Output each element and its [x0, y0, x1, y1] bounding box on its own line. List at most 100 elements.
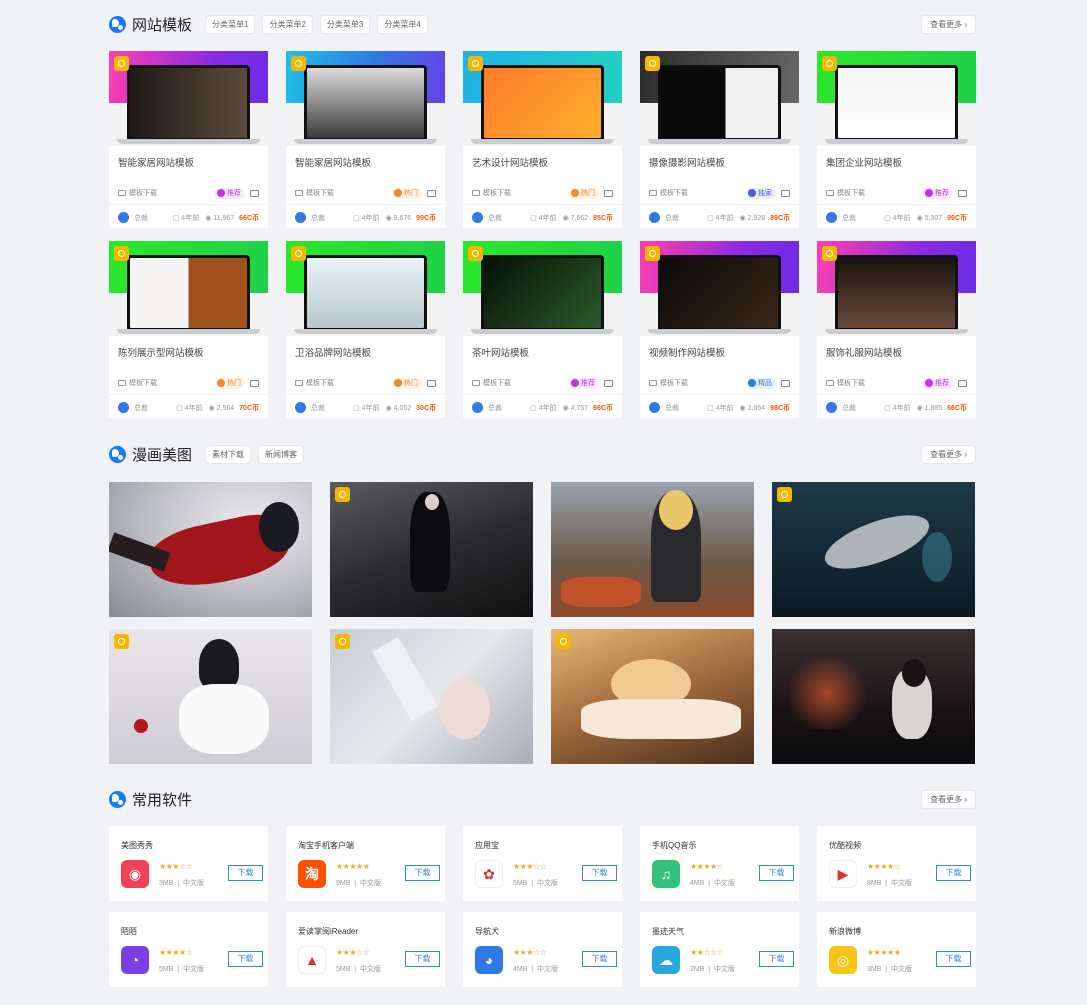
author-name[interactable]: 总裁 [665, 213, 679, 223]
author-name[interactable]: 总裁 [842, 403, 856, 413]
avatar[interactable] [118, 402, 129, 413]
category-chip-4[interactable]: 分类菜单4 [378, 15, 427, 33]
ireader-icon[interactable]: ▲ [298, 946, 326, 974]
comic-image[interactable] [330, 629, 533, 764]
monitor-icon[interactable] [958, 379, 967, 387]
software-name[interactable]: 陌陌 [121, 926, 137, 937]
software-name[interactable]: 新浪微博 [829, 926, 861, 937]
template-card[interactable]: 集团企业网站模板 模板下载 推荐 总裁 ▢ 4年前 ◉ 5,307 99C币 [817, 51, 976, 228]
category-chip-1[interactable]: 分类菜单1 [206, 15, 255, 33]
download-button[interactable]: 下载 [405, 865, 440, 881]
software-card[interactable]: 导航犬 ◕ ★★★☆☆ 4MB | 中文版 下载 [463, 912, 622, 987]
category-chip-2[interactable]: 分类菜单2 [263, 15, 312, 33]
template-category[interactable]: 模板下载 [483, 378, 511, 388]
template-name[interactable]: 茶叶网站模板 [463, 336, 622, 370]
view-more-button[interactable]: 查看更多 [922, 790, 975, 808]
template-name[interactable]: 卫浴品牌网站模板 [286, 336, 445, 370]
monitor-icon[interactable] [781, 379, 790, 387]
template-card[interactable]: 智能家居网站模板 模板下载 推荐 总裁 ▢ 4年前 ◉ 11,967 66C币 [109, 51, 268, 228]
author-name[interactable]: 总裁 [665, 403, 679, 413]
software-name[interactable]: 美图秀秀 [121, 840, 153, 851]
avatar[interactable] [295, 402, 306, 413]
comic-image[interactable] [772, 629, 975, 764]
download-button[interactable]: 下载 [228, 865, 263, 881]
template-category[interactable]: 模板下载 [129, 378, 157, 388]
software-card[interactable]: 美图秀秀 ◉ ★★★☆☆ 3MB | 中文版 下载 [109, 826, 268, 901]
software-card[interactable]: 陌陌 ◔ ★★★★☆ 5MB | 中文版 下载 [109, 912, 268, 987]
author-name[interactable]: 总裁 [311, 213, 325, 223]
template-card[interactable]: 卫浴品牌网站模板 模板下载 热门 总裁 ▢ 4年前 ◉ 4,052 30C币 [286, 241, 445, 418]
software-card[interactable]: 爱读掌阅iReader ▲ ★★★☆☆ 5MB | 中文版 下载 [286, 912, 445, 987]
comic-image[interactable] [551, 482, 754, 617]
avatar[interactable] [649, 212, 660, 223]
template-name[interactable]: 智能家居网站模板 [109, 146, 268, 180]
template-card[interactable]: 视频制作网站模板 模板下载 精品 总裁 ▢ 4年前 ◉ 2,654 98C币 [640, 241, 799, 418]
software-name[interactable]: 手机QQ音乐 [652, 840, 696, 851]
download-button[interactable]: 下载 [582, 865, 617, 881]
template-name[interactable]: 艺术设计网站模板 [463, 146, 622, 180]
template-category[interactable]: 模板下载 [483, 188, 511, 198]
template-name[interactable]: 集团企业网站模板 [817, 146, 976, 180]
monitor-icon[interactable] [427, 189, 436, 197]
template-category[interactable]: 模板下载 [660, 188, 688, 198]
template-card[interactable]: 摄像摄影网站模板 模板下载 独家 总裁 ▢ 4年前 ◉ 2,928 89C币 [640, 51, 799, 228]
template-category[interactable]: 模板下载 [660, 378, 688, 388]
weibo-icon[interactable]: ◎ [829, 946, 857, 974]
avatar[interactable] [649, 402, 660, 413]
software-card[interactable]: 墨迹天气 ☁ ★★☆☆☆ 2MB | 中文版 下载 [640, 912, 799, 987]
monitor-icon[interactable] [958, 189, 967, 197]
avatar[interactable] [826, 212, 837, 223]
download-button[interactable]: 下载 [936, 865, 971, 881]
monitor-icon[interactable] [604, 189, 613, 197]
software-card[interactable]: 应用宝 ✿ ★★★☆☆ 5MB | 中文版 下载 [463, 826, 622, 901]
template-thumbnail[interactable] [463, 241, 622, 336]
avatar[interactable] [826, 402, 837, 413]
template-name[interactable]: 陈列展示型网站模板 [109, 336, 268, 370]
template-name[interactable]: 视频制作网站模板 [640, 336, 799, 370]
template-card[interactable]: 艺术设计网站模板 模板下载 热门 总裁 ▢ 4年前 ◉ 7,662 85C币 [463, 51, 622, 228]
daohangquan-icon[interactable]: ◕ [475, 946, 503, 974]
template-name[interactable]: 智能家居网站模板 [286, 146, 445, 180]
software-name[interactable]: 应用宝 [475, 840, 499, 851]
download-button[interactable]: 下载 [582, 951, 617, 967]
software-name[interactable]: 爱读掌阅iReader [298, 926, 358, 937]
monitor-icon[interactable] [604, 379, 613, 387]
template-thumbnail[interactable] [817, 51, 976, 146]
comic-image[interactable] [330, 482, 533, 617]
monitor-icon[interactable] [250, 189, 259, 197]
category-chip-news[interactable]: 新闻博客 [259, 445, 304, 463]
software-card[interactable]: 优酷视频 ▶ ★★★★☆ 8MB | 中文版 下载 [817, 826, 976, 901]
author-name[interactable]: 总裁 [311, 403, 325, 413]
template-thumbnail[interactable] [286, 241, 445, 336]
software-name[interactable]: 导航犬 [475, 926, 499, 937]
template-thumbnail[interactable] [640, 241, 799, 336]
author-name[interactable]: 总裁 [134, 213, 148, 223]
category-chip-3[interactable]: 分类菜单3 [320, 15, 370, 33]
author-name[interactable]: 总裁 [488, 403, 502, 413]
youku-icon[interactable]: ▶ [829, 860, 857, 888]
download-button[interactable]: 下载 [759, 865, 794, 881]
software-name[interactable]: 优酷视频 [829, 840, 861, 851]
avatar[interactable] [118, 212, 129, 223]
template-category[interactable]: 模板下载 [306, 378, 334, 388]
yingyongbao-icon[interactable]: ✿ [475, 860, 503, 888]
template-card[interactable]: 服饰礼服网站模板 模板下载 推荐 总裁 ▢ 4年前 ◉ 1,885 66C币 [817, 241, 976, 418]
software-card[interactable]: 新浪微博 ◎ ★★★★★ 3MB | 中文版 下载 [817, 912, 976, 987]
template-card[interactable]: 陈列展示型网站模板 模板下载 热门 总裁 ▢ 4年前 ◉ 2,564 70C币 [109, 241, 268, 418]
comic-image[interactable] [551, 629, 754, 764]
template-card[interactable]: 茶叶网站模板 模板下载 推荐 总裁 ▢ 4年前 ◉ 4,757 66C币 [463, 241, 622, 418]
template-category[interactable]: 模板下载 [837, 378, 865, 388]
template-name[interactable]: 摄像摄影网站模板 [640, 146, 799, 180]
download-button[interactable]: 下载 [759, 951, 794, 967]
software-name[interactable]: 淘宝手机客户端 [298, 840, 354, 851]
category-chip-materials[interactable]: 素材下载 [206, 445, 251, 463]
author-name[interactable]: 总裁 [134, 403, 148, 413]
mojitianqi-icon[interactable]: ☁ [652, 946, 680, 974]
download-button[interactable]: 下载 [405, 951, 440, 967]
template-thumbnail[interactable] [817, 241, 976, 336]
monitor-icon[interactable] [427, 379, 436, 387]
software-name[interactable]: 墨迹天气 [652, 926, 684, 937]
download-button[interactable]: 下载 [228, 951, 263, 967]
comic-image[interactable] [772, 482, 975, 617]
qqmusic-icon[interactable]: ♫ [652, 860, 680, 888]
